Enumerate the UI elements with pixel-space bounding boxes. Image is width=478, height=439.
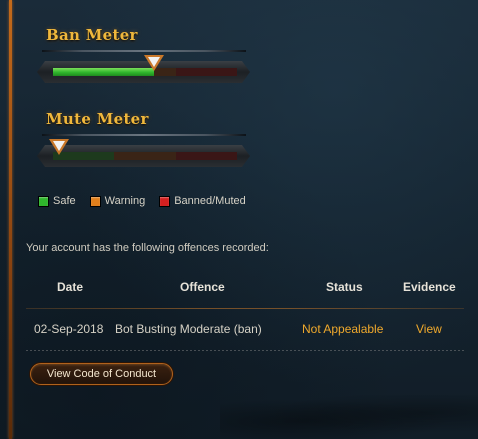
- safe-swatch: [38, 195, 49, 207]
- mute-meter-banned-zone: [175, 152, 237, 160]
- view-code-of-conduct-button[interactable]: View Code of Conduct: [30, 363, 173, 385]
- legend-label-safe: Safe: [53, 195, 76, 207]
- legend-label-warning: Warning: [104, 195, 146, 207]
- ban-meter: [37, 55, 250, 83]
- mute-meter-warning-zone: [114, 152, 176, 160]
- meter-legend: Safe Warning Banned/Muted: [38, 195, 260, 207]
- row-status-link[interactable]: Not Appealable: [302, 322, 383, 336]
- ban-meter-banned-zone: [175, 68, 237, 76]
- row-divider: [26, 350, 464, 351]
- left-rail-divider: [9, 0, 12, 439]
- header-divider: [26, 308, 464, 309]
- background-texture: [220, 395, 478, 439]
- mute-meter-track: [53, 152, 237, 160]
- ban-meter-fill: [53, 68, 154, 76]
- row-evidence-link[interactable]: View: [416, 322, 442, 336]
- mute-meter-safe-zone: [53, 152, 115, 160]
- legend-item-safe: Safe: [38, 195, 76, 207]
- row-offence: Bot Busting Moderate (ban): [115, 322, 262, 336]
- mute-meter-title-underline: [42, 134, 246, 136]
- mute-meter-title: Mute Meter: [46, 110, 149, 128]
- legend-item-banned: Banned/Muted: [159, 195, 246, 207]
- ban-meter-title-underline: [42, 50, 246, 52]
- ban-meter-title: Ban Meter: [46, 26, 138, 44]
- legend-item-warning: Warning: [89, 195, 146, 207]
- header-status: Status: [326, 280, 363, 294]
- warning-swatch: [89, 195, 101, 207]
- banned-swatch: [159, 195, 171, 207]
- header-offence: Offence: [180, 280, 225, 294]
- offences-notice: Your account has the following offences …: [26, 242, 269, 254]
- header-date: Date: [57, 280, 84, 294]
- offences-panel: Ban Meter Mute Meter Safe Warning Banned…: [0, 0, 478, 439]
- legend-label-banned: Banned/Muted: [174, 195, 246, 207]
- row-date: 02-Sep-2018: [34, 322, 104, 336]
- mute-meter: [37, 139, 250, 167]
- header-evidence: Evidence: [403, 280, 456, 294]
